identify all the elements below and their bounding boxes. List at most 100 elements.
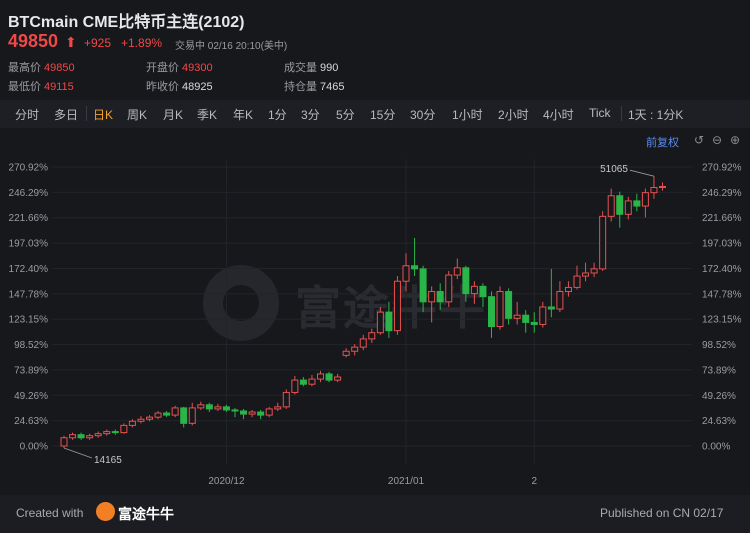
candle-up — [470, 285, 478, 295]
candle-down — [616, 195, 624, 215]
tab-1day-1min-k[interactable]: 1天 : 1分K — [628, 106, 683, 123]
stat-value: 990 — [320, 62, 339, 74]
y-axis-label-left: 221.66% — [9, 213, 49, 224]
y-axis-label-left: 197.03% — [9, 239, 49, 250]
candle-up — [496, 291, 504, 328]
stat-high: 最高价 49850 — [8, 59, 75, 75]
tab-2hour[interactable]: 2小时 — [498, 106, 529, 123]
stat-label: 最高价 — [8, 62, 41, 74]
candle-up — [445, 274, 453, 303]
stat-prev-close: 昨收价 48925 — [146, 78, 213, 94]
tab-4hour[interactable]: 4小时 — [543, 106, 574, 123]
y-axis-label-left: 73.89% — [14, 365, 48, 376]
candle-up — [120, 424, 128, 434]
tab-intraday[interactable]: 分时 — [15, 106, 39, 123]
candle-down — [633, 200, 641, 207]
candle-up — [368, 332, 376, 340]
candle-up — [282, 391, 290, 408]
candle-down — [257, 411, 265, 416]
tab-monthly-k[interactable]: 月K — [163, 106, 183, 123]
tab-daily-k[interactable]: 日K — [93, 106, 113, 123]
futu-logo-icon — [96, 502, 115, 521]
published-date: Published on CN 02/17 — [600, 506, 724, 520]
stat-label: 最低价 — [8, 81, 41, 93]
y-axis-label-right: 24.63% — [702, 416, 736, 427]
low-annotation-line — [63, 447, 93, 459]
candle-up — [573, 275, 581, 288]
y-axis-label-right: 123.15% — [702, 315, 742, 326]
stat-volume: 成交量 990 — [284, 59, 338, 75]
y-axis-label-left: 98.52% — [14, 340, 48, 351]
y-axis-label-right: 98.52% — [702, 340, 736, 351]
x-axis-label: 2021/01 — [388, 476, 425, 487]
candle-down — [436, 291, 444, 303]
tab-divider — [621, 106, 622, 121]
tab-1hour[interactable]: 1小时 — [452, 106, 483, 123]
stat-open: 开盘价 49300 — [146, 59, 213, 75]
candle-up — [359, 338, 367, 348]
y-axis-label-right: 172.40% — [702, 264, 742, 275]
candle-down — [411, 265, 419, 270]
candle-up — [402, 265, 410, 282]
price-adjust-button[interactable]: 前复权 — [646, 134, 679, 150]
tab-weekly-k[interactable]: 周K — [127, 106, 147, 123]
candle-up — [650, 187, 658, 194]
candle-up — [659, 185, 666, 189]
stat-open-interest: 持仓量 7465 — [284, 78, 344, 94]
candle-down — [530, 321, 538, 325]
y-axis-label-right: 221.66% — [702, 213, 742, 224]
stat-label: 持仓量 — [284, 81, 317, 93]
candle-up — [590, 268, 598, 274]
price-change: +925 — [84, 36, 112, 50]
up-arrow-icon: ⬆ — [65, 34, 77, 50]
y-axis-label-right: 246.29% — [702, 188, 742, 199]
y-axis-label-right: 0.00% — [702, 442, 730, 453]
candle-down — [163, 412, 171, 416]
candle-up — [641, 192, 649, 207]
candlestick-chart[interactable]: 270.92% 270.92% 246.29% 246.29% 221.66% 221.6… — [0, 150, 750, 490]
y-axis-label-left: 246.29% — [9, 188, 49, 199]
tab-5min[interactable]: 5分 — [336, 106, 355, 123]
candle-up — [393, 280, 401, 332]
candle-up — [513, 314, 521, 319]
candle-down — [222, 406, 230, 411]
candle-down — [111, 431, 119, 434]
tab-30min[interactable]: 30分 — [410, 106, 435, 123]
tab-quarterly-k[interactable]: 季K — [197, 106, 217, 123]
candle-down — [180, 407, 188, 424]
candle-up — [539, 306, 547, 325]
candle-up — [624, 200, 632, 215]
candle-down — [299, 379, 307, 385]
candle-down — [479, 285, 487, 298]
tab-15min[interactable]: 15分 — [370, 106, 395, 123]
high-annotation-line — [629, 169, 655, 177]
candle-up — [308, 378, 316, 385]
candle-up — [60, 437, 68, 447]
candle-up — [564, 286, 572, 293]
tab-yearly-k[interactable]: 年K — [233, 106, 253, 123]
candle-up — [214, 406, 222, 410]
candle-down — [77, 434, 85, 439]
tab-3min[interactable]: 3分 — [301, 106, 320, 123]
candle-up — [582, 272, 590, 277]
stat-value: 7465 — [320, 81, 345, 93]
last-price: 49850 — [8, 31, 59, 51]
candle-up — [103, 431, 111, 435]
instrument-title: BTCmain CME比特币主连(2102) — [8, 14, 245, 31]
candle-up — [154, 412, 162, 418]
tab-multi-day[interactable]: 多日 — [54, 106, 78, 123]
candle-up — [607, 195, 615, 217]
created-with-label: Created with — [16, 506, 84, 520]
candle-up — [188, 407, 196, 424]
candle-up — [453, 267, 461, 276]
plus-circle-icon[interactable]: ⊕ — [730, 133, 740, 147]
candle-up — [291, 379, 299, 393]
tab-divider — [86, 106, 87, 121]
tab-1min[interactable]: 1分 — [268, 106, 287, 123]
undo-icon[interactable]: ↺ — [694, 133, 704, 147]
tab-tick[interactable]: Tick — [589, 106, 611, 120]
y-axis-label-left: 172.40% — [9, 264, 49, 275]
candle-up — [94, 433, 102, 437]
minus-circle-icon[interactable]: ⊖ — [712, 133, 722, 147]
candle-down — [325, 373, 333, 381]
